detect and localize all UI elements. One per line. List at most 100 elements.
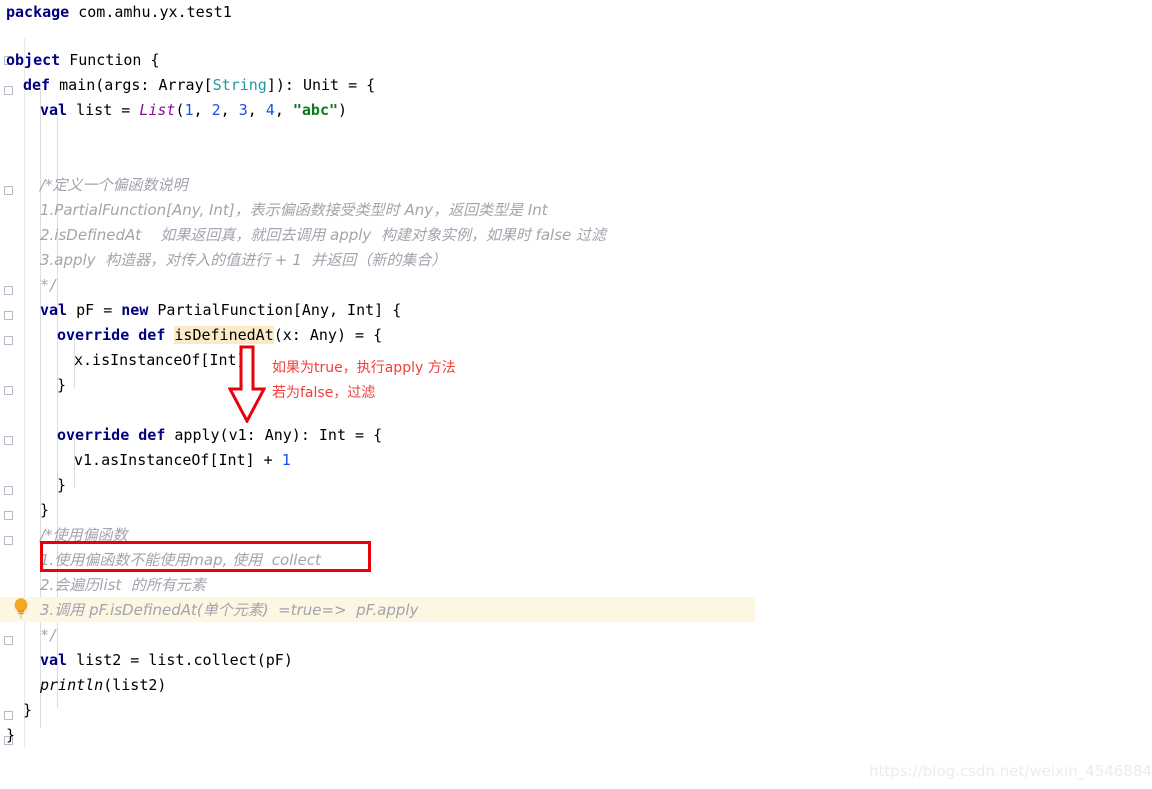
fold-marker-icon[interactable] [4, 536, 13, 545]
code-token: 4 [265, 101, 275, 119]
fold-marker-icon[interactable] [4, 486, 13, 495]
code-token: println [40, 676, 104, 694]
editor-gutter[interactable] [0, 0, 30, 789]
code-token: , [247, 101, 266, 119]
code-line[interactable]: val pF = new PartialFunction[Any, Int] { [40, 298, 401, 323]
code-token: def [23, 76, 51, 94]
fold-marker-icon[interactable] [4, 186, 13, 195]
code-line[interactable]: } [40, 498, 49, 523]
code-token: PartialFunction[Any, Int] { [148, 301, 402, 319]
code-token: override [57, 326, 130, 344]
code-token: 2 [211, 101, 221, 119]
fold-marker-icon[interactable] [4, 636, 13, 645]
lightbulb-icon[interactable] [13, 597, 29, 619]
code-line[interactable]: v1.asInstanceOf[Int] + 1 [74, 448, 291, 473]
code-token: 2.会遍历list 的所有元素 [40, 576, 206, 594]
code-token: 1.PartialFunction[Any, Int]，表示偏函数接受类型时 A… [40, 201, 548, 219]
code-line[interactable]: 1.PartialFunction[Any, Int]，表示偏函数接受类型时 A… [40, 198, 548, 223]
code-line[interactable]: 2.isDefinedAt 如果返回真，就回去调用 apply 构建对象实例，如… [40, 223, 606, 248]
code-token: list2 = list.collect(pF) [67, 651, 293, 669]
code-token: v1.asInstanceOf[Int] + [74, 451, 282, 469]
code-token: */ [40, 626, 59, 644]
code-line[interactable]: package com.amhu.yx.test1 [6, 0, 232, 25]
fold-marker-icon[interactable] [4, 511, 13, 520]
code-token: x.isInstanceOf[Int] [74, 351, 246, 369]
code-token: ) [338, 101, 348, 119]
code-line[interactable]: /*使用偏函数 [40, 523, 128, 548]
code-token: def [138, 426, 166, 444]
annotation-note-line1: 如果为true，执行apply 方法 [272, 360, 456, 376]
fold-marker-icon[interactable] [4, 286, 13, 295]
code-line[interactable]: } [57, 373, 66, 398]
code-token: Function { [60, 51, 160, 69]
code-line[interactable]: def main(args: Array[String]): Unit = { [23, 73, 375, 98]
code-token: */ [40, 276, 59, 294]
code-token: } [40, 501, 50, 519]
code-line[interactable]: } [6, 723, 15, 748]
code-token: list = [67, 101, 140, 119]
code-line[interactable]: val list = List(1, 2, 3, 4, "abc") [40, 98, 347, 123]
code-token: /*定义一个偏函数说明 [40, 176, 188, 194]
annotation-note-line2: 若为false，过滤 [272, 385, 376, 401]
code-token: 3 [238, 101, 248, 119]
code-token: } [57, 476, 67, 494]
code-token: (x: Any) = { [273, 326, 383, 344]
code-line[interactable]: object Function { [6, 48, 160, 73]
code-token: 2.isDefinedAt 如果返回真，就回去调用 apply 构建对象实例，如… [40, 226, 607, 244]
fold-marker-icon[interactable] [4, 386, 13, 395]
code-token: apply(v1: Any): Int = { [165, 426, 383, 444]
code-token: List [139, 101, 176, 119]
code-line[interactable]: } [57, 473, 66, 498]
watermark-text: https://blog.csdn.net/weixin_45468845 [869, 762, 1152, 780]
code-token: ]): Unit = { [266, 76, 376, 94]
code-line[interactable]: val list2 = list.collect(pF) [40, 648, 293, 673]
code-token: , [193, 101, 212, 119]
code-line[interactable]: 2.会遍历list 的所有元素 [40, 573, 206, 598]
code-token: def [138, 326, 166, 344]
fold-marker-icon[interactable] [4, 86, 13, 95]
code-token: com.amhu.yx.test1 [69, 3, 232, 21]
code-token: , [220, 101, 239, 119]
code-token: ( [175, 101, 185, 119]
code-line[interactable]: */ [40, 623, 58, 648]
code-line[interactable]: println(list2) [40, 673, 166, 698]
code-token: isDefinedAt [174, 326, 274, 344]
code-editor[interactable]: package com.amhu.yx.test1 object Function… [0, 0, 1152, 789]
code-token: String [212, 76, 267, 94]
code-token: override [57, 426, 130, 444]
code-token: main(args: Array[ [50, 76, 213, 94]
code-line[interactable]: 3.apply 构造器，对传入的值进行 + 1 并返回（新的集合） [40, 248, 446, 273]
code-token: val [40, 301, 68, 319]
code-line[interactable]: */ [40, 273, 58, 298]
down-arrow-annotation [228, 345, 266, 423]
code-line[interactable]: } [23, 698, 32, 723]
fold-marker-icon[interactable] [4, 711, 13, 720]
code-token: } [23, 701, 33, 719]
code-token: 3.调用 pF.isDefinedAt(单个元素) =true=> pF.app… [40, 601, 419, 619]
code-token: 3.apply 构造器，对传入的值进行 + 1 并返回（新的集合） [40, 251, 447, 269]
fold-marker-icon[interactable] [4, 311, 13, 320]
code-token: 1 [281, 451, 291, 469]
gutter-separator [24, 38, 25, 748]
code-token: val [40, 101, 68, 119]
code-line[interactable]: 3.调用 pF.isDefinedAt(单个元素) =true=> pF.app… [40, 598, 418, 623]
code-token: 1.使用偏函数不能使用map, 使用 collect [40, 551, 321, 569]
code-line[interactable]: override def apply(v1: Any): Int = { [57, 423, 382, 448]
code-token: val [40, 651, 68, 669]
code-token: new [121, 301, 149, 319]
code-line[interactable]: /*定义一个偏函数说明 [40, 173, 188, 198]
code-line[interactable]: x.isInstanceOf[Int] [74, 348, 246, 373]
code-token: object [6, 51, 61, 69]
fold-marker-icon[interactable] [4, 336, 13, 345]
fold-marker-icon[interactable] [4, 436, 13, 445]
code-token: } [57, 376, 67, 394]
code-token: (list2) [103, 676, 167, 694]
code-token: package [6, 3, 70, 21]
code-token: } [6, 726, 16, 744]
code-token: /*使用偏函数 [40, 526, 128, 544]
code-token: "abc" [292, 101, 339, 119]
code-line[interactable]: override def isDefinedAt(x: Any) = { [57, 323, 382, 348]
code-line[interactable]: 1.使用偏函数不能使用map, 使用 collect [40, 548, 321, 573]
